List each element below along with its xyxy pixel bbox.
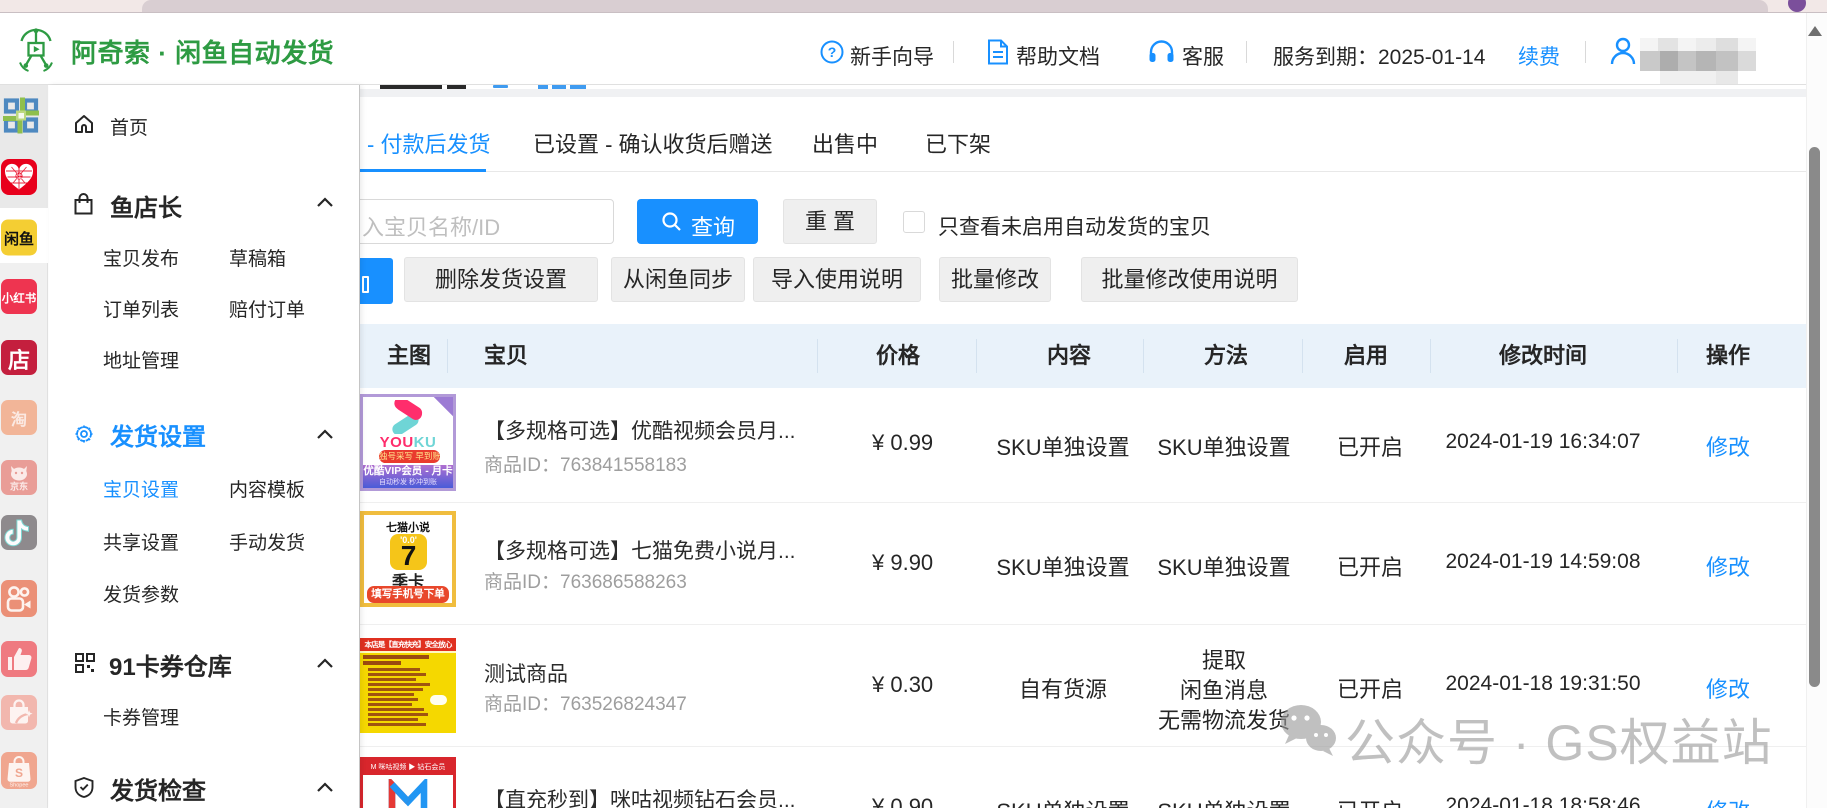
svg-text:闲鱼: 闲鱼 [4, 230, 34, 248]
svg-text:店: 店 [8, 348, 30, 373]
svg-text:小红书: 小红书 [1, 291, 37, 305]
svg-text:佳: 佳 [16, 172, 23, 181]
svg-text:?: ? [828, 44, 837, 60]
svg-text:Shopee: Shopee [10, 783, 29, 789]
svg-text:S: S [15, 766, 23, 780]
svg-text:京东: 京东 [10, 481, 28, 492]
svg-text:淘: 淘 [11, 410, 27, 429]
